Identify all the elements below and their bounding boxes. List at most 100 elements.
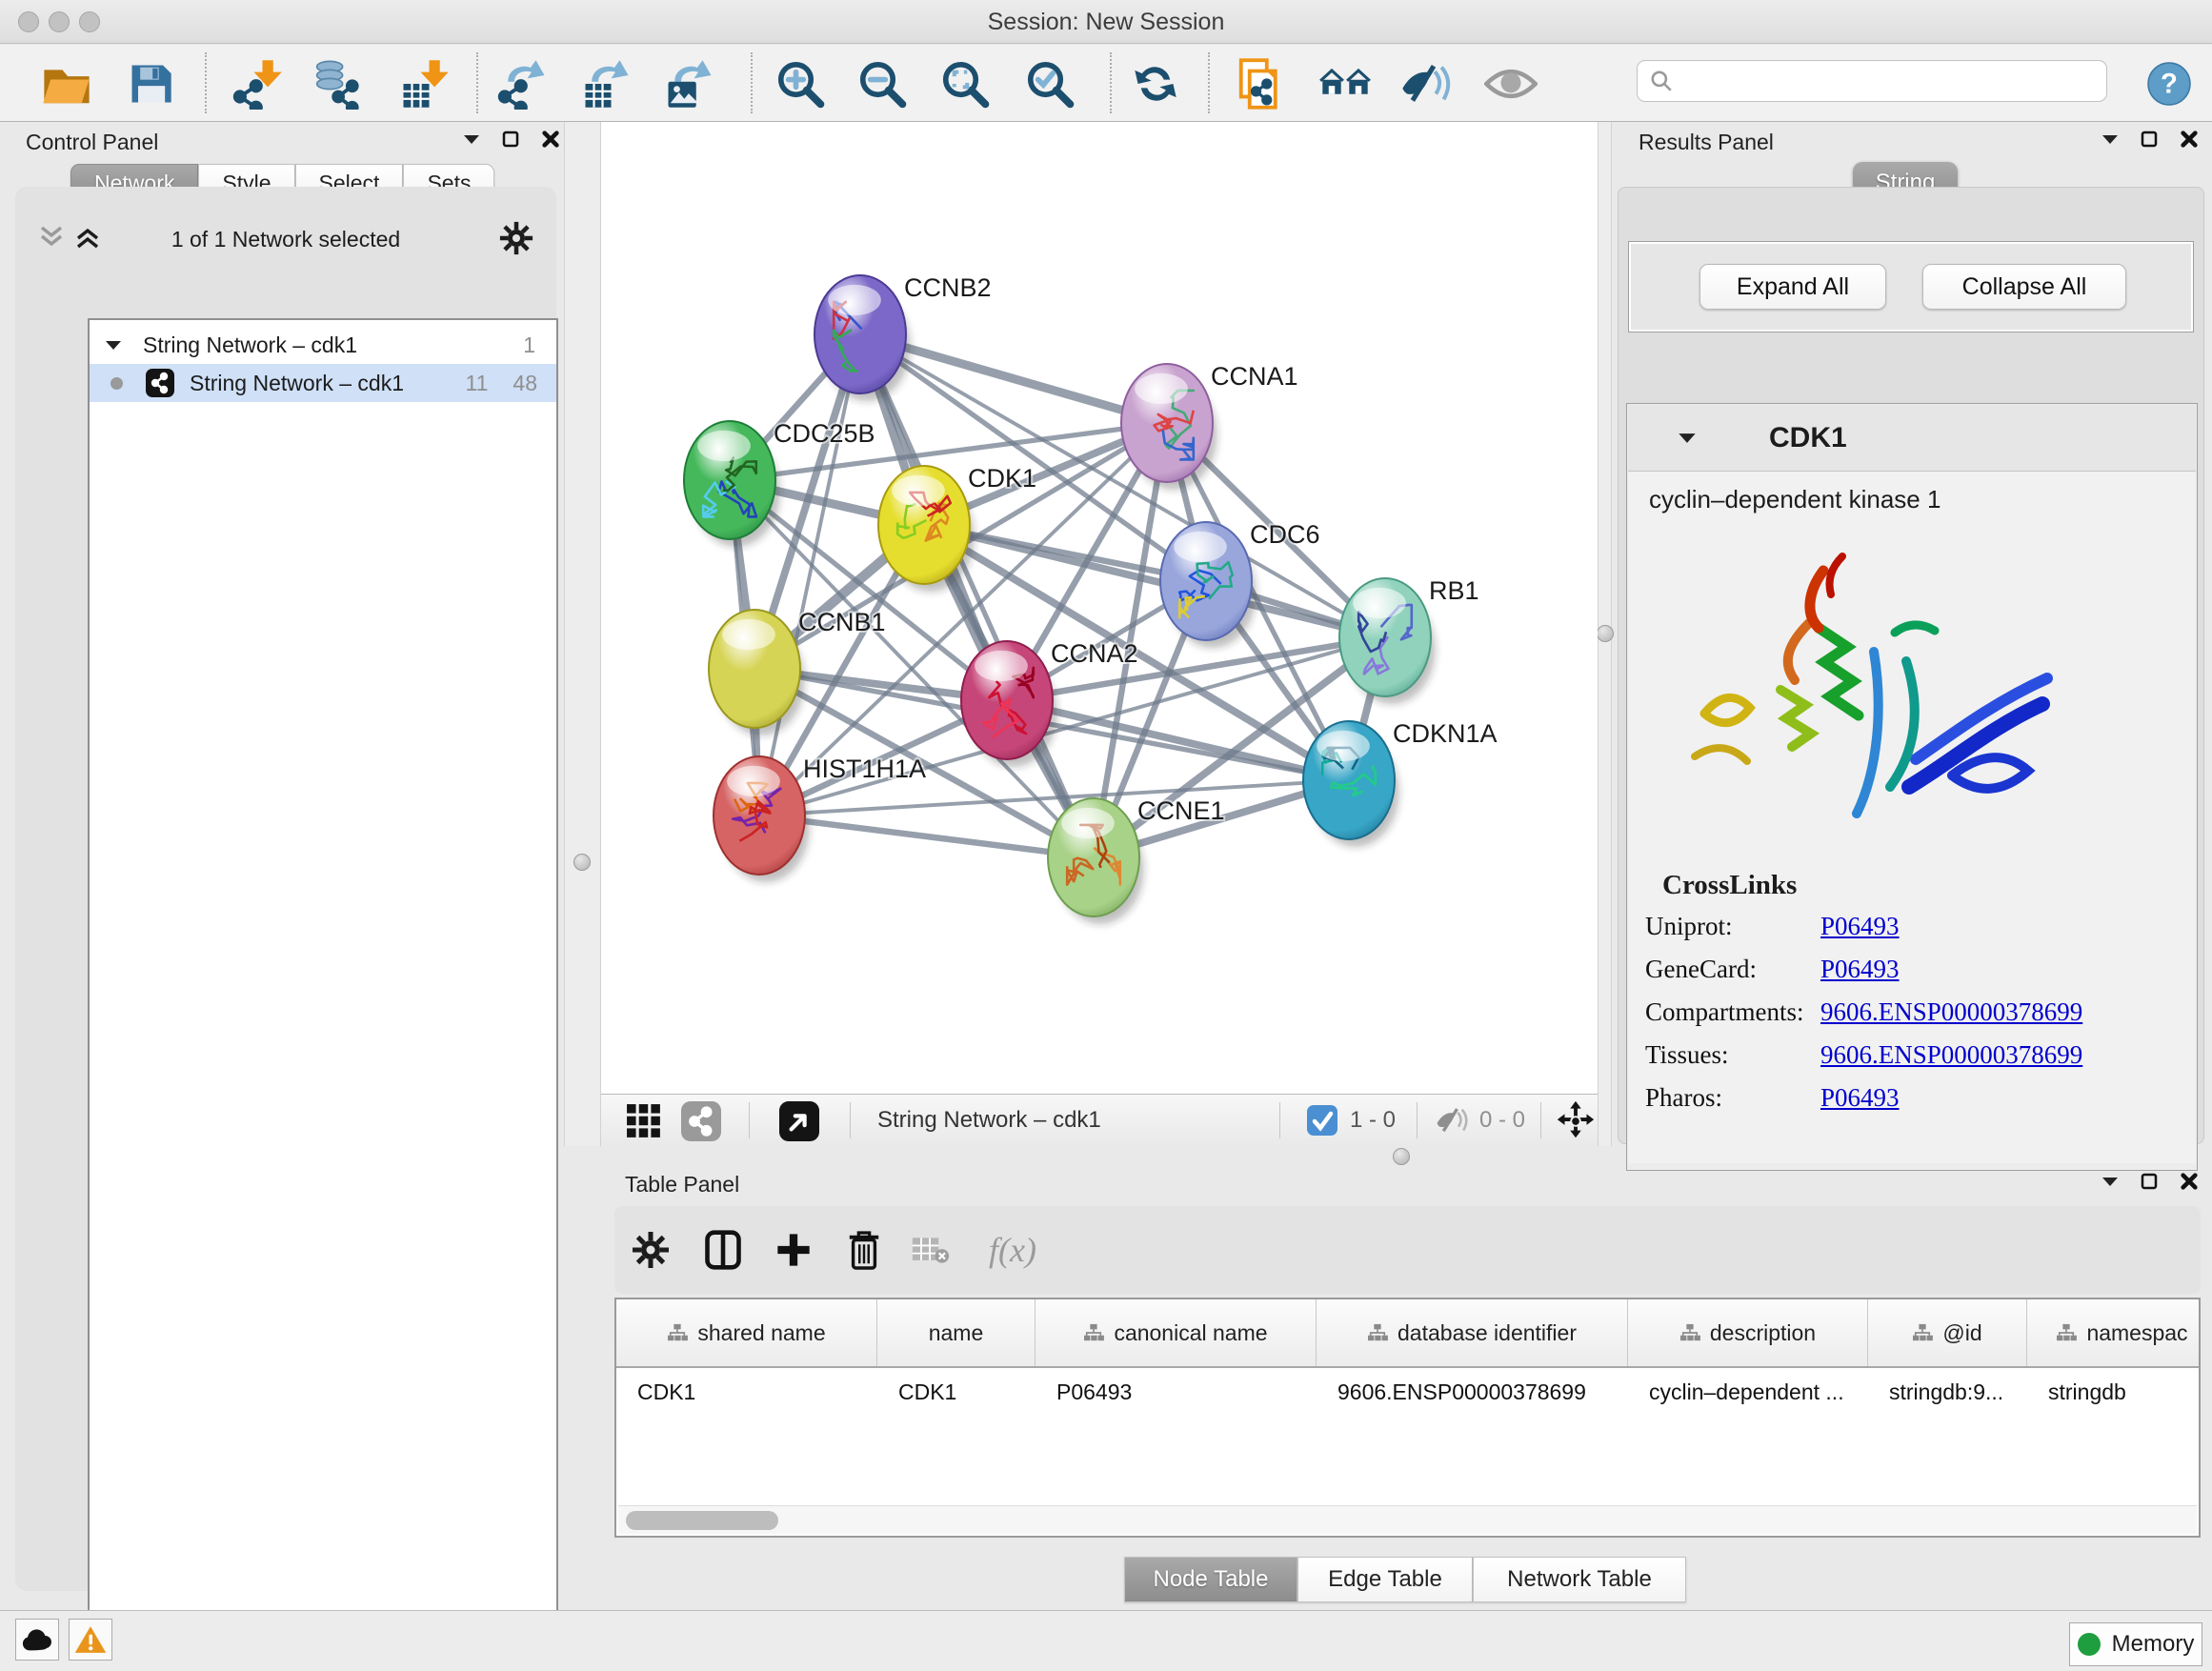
column-header-shared-name[interactable]: shared name bbox=[616, 1299, 877, 1366]
apply-layout-button[interactable] bbox=[1128, 56, 1183, 111]
table-cell: CDK1 bbox=[877, 1379, 1036, 1405]
search-input[interactable] bbox=[1674, 68, 2106, 94]
warnings-button[interactable] bbox=[69, 1619, 112, 1661]
maximize-panel-icon[interactable] bbox=[2140, 1172, 2159, 1191]
footer-separator bbox=[1279, 1102, 1280, 1138]
crosslink-link[interactable]: P06493 bbox=[1820, 1083, 1900, 1113]
tree-expander-icon[interactable] bbox=[105, 339, 122, 351]
network-node-RB1[interactable]: RB1 bbox=[1339, 576, 1479, 704]
results-scroll-area[interactable]: CDK1 cyclin–dependent kinase 1 bbox=[1626, 403, 2198, 1171]
gene-entry-header[interactable]: CDK1 bbox=[1628, 405, 2196, 472]
collapse-all-button[interactable]: Collapse All bbox=[1922, 264, 2126, 310]
horizontal-scrollbar[interactable] bbox=[618, 1505, 2197, 1534]
function-builder-button[interactable]: f(x) bbox=[975, 1225, 1051, 1275]
export-network-button[interactable] bbox=[495, 56, 551, 111]
delete-columns-button[interactable] bbox=[839, 1225, 889, 1275]
maximize-panel-icon[interactable] bbox=[2140, 130, 2159, 149]
tab-node-table[interactable]: Node Table bbox=[1124, 1557, 1297, 1602]
column-header-database-identifier[interactable]: database identifier bbox=[1317, 1299, 1628, 1366]
zoom-selected-button[interactable] bbox=[1022, 56, 1077, 111]
tab-edge-table[interactable]: Edge Table bbox=[1297, 1557, 1473, 1602]
tab-network-table[interactable]: Network Table bbox=[1473, 1557, 1686, 1602]
selected-filter-checkbox[interactable] bbox=[1306, 1104, 1338, 1141]
crosslink-label: GeneCard: bbox=[1628, 955, 1820, 984]
network-graph[interactable]: CCNB2CCNA1CDC25BCDK1CDC6RB1CCNB1CCNA2CDK… bbox=[601, 122, 1598, 1094]
crosslink-link[interactable]: 9606.ENSP00000378699 bbox=[1820, 997, 2082, 1027]
crosslink-link[interactable]: P06493 bbox=[1820, 955, 1900, 984]
column-header-canonical-name[interactable]: canonical name bbox=[1036, 1299, 1317, 1366]
column-header-@id[interactable]: @id bbox=[1868, 1299, 2027, 1366]
birds-eye-view-button[interactable] bbox=[779, 1101, 819, 1146]
node-label-CDK1: CDK1 bbox=[968, 464, 1036, 493]
network-options-gear-icon[interactable] bbox=[499, 221, 533, 255]
float-panel-icon[interactable] bbox=[463, 133, 480, 145]
close-panel-icon[interactable] bbox=[2180, 1172, 2199, 1191]
close-panel-icon[interactable] bbox=[541, 130, 560, 149]
import-network-from-database-button[interactable] bbox=[310, 56, 365, 111]
first-neighbors-button[interactable] bbox=[1317, 56, 1373, 111]
network-status-dot bbox=[111, 377, 123, 390]
network-list: String Network – cdk1 1 String Network –… bbox=[88, 318, 558, 1635]
help-button[interactable]: ? bbox=[2142, 56, 2197, 111]
network-row-selected[interactable]: String Network – cdk1 11 48 bbox=[90, 364, 556, 402]
open-session-button[interactable] bbox=[39, 56, 94, 111]
node-table[interactable]: shared namenamecanonical namedatabase id… bbox=[614, 1298, 2201, 1538]
network-collection-row[interactable]: String Network – cdk1 1 bbox=[90, 326, 556, 364]
network-node-CCNB2[interactable]: CCNB2 bbox=[814, 273, 992, 401]
close-panel-icon[interactable] bbox=[2180, 130, 2199, 149]
node-label-CCNB1: CCNB1 bbox=[798, 608, 886, 636]
show-all-button[interactable] bbox=[1483, 56, 1538, 111]
memory-button[interactable]: Memory bbox=[2069, 1622, 2202, 1666]
network-node-CCNE1[interactable]: CCNE1 bbox=[1048, 796, 1225, 924]
entry-expander-icon[interactable] bbox=[1678, 432, 1697, 444]
import-table-button[interactable] bbox=[397, 56, 452, 111]
zoom-out-button[interactable] bbox=[855, 56, 910, 111]
table-row[interactable]: CDK1CDK1P064939606.ENSP00000378699cyclin… bbox=[616, 1368, 2199, 1416]
float-panel-icon[interactable] bbox=[2101, 1176, 2119, 1187]
left-splitter[interactable] bbox=[564, 122, 601, 1146]
hidden-filter-button[interactable] bbox=[1436, 1107, 1470, 1138]
network-view-mode-button[interactable] bbox=[681, 1101, 721, 1146]
float-panel-icon[interactable] bbox=[2101, 133, 2119, 145]
houses-icon bbox=[1318, 57, 1372, 111]
delete-table-button[interactable] bbox=[906, 1225, 955, 1275]
new-network-from-selection-button[interactable] bbox=[1233, 56, 1288, 111]
node-label-CCNB2: CCNB2 bbox=[904, 273, 992, 302]
show-columns-button[interactable] bbox=[698, 1225, 748, 1275]
crosslink-link[interactable]: 9606.ENSP00000378699 bbox=[1820, 1040, 2082, 1070]
column-header-description[interactable]: description bbox=[1628, 1299, 1868, 1366]
maximize-panel-icon[interactable] bbox=[501, 130, 520, 149]
network-node-CDC25B[interactable]: CDC25B bbox=[684, 419, 875, 547]
network-tab-content: 1 of 1 Network selected bbox=[15, 187, 556, 1591]
scrollbar-thumb[interactable] bbox=[626, 1511, 778, 1530]
network-node-CDKN1A[interactable]: CDKN1A bbox=[1303, 719, 1498, 847]
column-header-name[interactable]: name bbox=[877, 1299, 1036, 1366]
column-header-namespac[interactable]: namespac bbox=[2027, 1299, 2212, 1366]
cloud-status-button[interactable] bbox=[15, 1619, 59, 1661]
node-count: 11 bbox=[466, 371, 489, 396]
hide-selected-button[interactable] bbox=[1399, 56, 1455, 111]
crosslink-label: Pharos: bbox=[1628, 1083, 1820, 1113]
export-image-button[interactable] bbox=[662, 56, 717, 111]
expand-all-button[interactable]: Expand All bbox=[1699, 264, 1886, 310]
save-session-button[interactable] bbox=[123, 56, 178, 111]
network-node-HIST1H1A[interactable]: HIST1H1A bbox=[714, 755, 926, 882]
help-icon: ? bbox=[2147, 62, 2191, 106]
export-table-button[interactable] bbox=[579, 56, 634, 111]
import-network-file-button[interactable] bbox=[231, 56, 286, 111]
table-cell: stringdb bbox=[2027, 1379, 2212, 1405]
fit-content-button[interactable] bbox=[1554, 1099, 1598, 1148]
open-folder-icon bbox=[41, 58, 92, 110]
table-options-button[interactable] bbox=[626, 1225, 675, 1275]
zoom-fit-button[interactable] bbox=[937, 56, 993, 111]
network-node-CCNA1[interactable]: CCNA1 bbox=[1121, 362, 1298, 490]
create-column-button[interactable] bbox=[769, 1225, 818, 1275]
horizontal-splitter-handle[interactable] bbox=[1393, 1148, 1410, 1165]
toolbar-separator bbox=[1208, 52, 1210, 113]
grid-mode-button[interactable] bbox=[626, 1103, 662, 1144]
left-splitter-handle[interactable] bbox=[573, 854, 591, 871]
network-canvas[interactable]: CCNB2CCNA1CDC25BCDK1CDC6RB1CCNB1CCNA2CDK… bbox=[601, 122, 1598, 1094]
warning-icon bbox=[74, 1624, 107, 1655]
zoom-in-button[interactable] bbox=[773, 56, 828, 111]
crosslink-link[interactable]: P06493 bbox=[1820, 912, 1900, 941]
